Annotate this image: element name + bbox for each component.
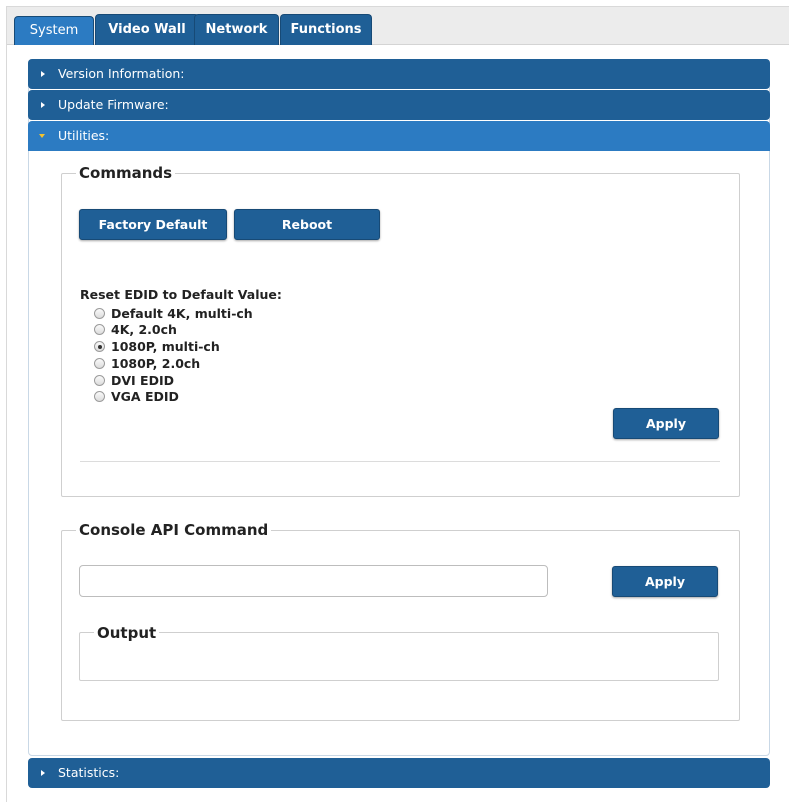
radio-label: 1080P, multi-ch (111, 338, 220, 354)
statistics-label: Statistics: (58, 765, 120, 780)
radio-button[interactable] (94, 391, 105, 402)
caret-right-icon (41, 102, 45, 108)
edid-option-4k-2ch[interactable]: 4K, 2.0ch (94, 321, 177, 338)
statistics-header[interactable]: Statistics: (28, 758, 770, 788)
console-apply-button[interactable]: Apply (612, 566, 718, 597)
caret-right-icon (41, 770, 45, 776)
tab-functions[interactable]: Functions (280, 14, 372, 45)
console-command-input[interactable] (79, 565, 548, 597)
console-api-legend: Console API Command (76, 521, 272, 539)
caret-right-icon (41, 71, 45, 77)
radio-label: DVI EDID (111, 372, 174, 388)
radio-label: 4K, 2.0ch (111, 321, 177, 337)
tab-system[interactable]: System (14, 16, 94, 45)
edid-option-1080p-2ch[interactable]: 1080P, 2.0ch (94, 355, 200, 372)
tab-video-wall[interactable]: Video Wall (95, 14, 199, 45)
caret-down-icon (39, 134, 45, 138)
utilities-header[interactable]: Utilities: (28, 121, 770, 151)
reset-edid-label: Reset EDID to Default Value: (80, 287, 282, 302)
factory-default-button[interactable]: Factory Default (79, 209, 227, 240)
radio-button[interactable] (94, 308, 105, 319)
edid-option-default-4k-multi-ch[interactable]: Default 4K, multi-ch (94, 305, 253, 322)
edid-apply-button[interactable]: Apply (613, 408, 719, 439)
tab-network[interactable]: Network (194, 14, 279, 45)
edid-option-vga-edid[interactable]: VGA EDID (94, 388, 179, 405)
commands-legend: Commands (76, 164, 176, 182)
radio-button[interactable] (94, 375, 105, 386)
output-fieldset (79, 632, 719, 681)
radio-button[interactable] (94, 358, 105, 369)
radio-button-selected[interactable] (94, 341, 105, 352)
edid-option-1080p-multi-ch[interactable]: 1080P, multi-ch (94, 338, 220, 355)
radio-label: 1080P, 2.0ch (111, 355, 201, 371)
version-information-label: Version Information: (58, 66, 185, 81)
utilities-label: Utilities: (58, 128, 110, 143)
reboot-button[interactable]: Reboot (234, 209, 380, 240)
console-api-fieldset (61, 530, 740, 721)
output-legend: Output (94, 624, 160, 642)
update-firmware-label: Update Firmware: (58, 97, 169, 112)
tab-bar: System Video Wall Network Functions (7, 7, 789, 45)
divider (80, 461, 720, 462)
radio-label: Default 4K, multi-ch (111, 305, 253, 321)
radio-button[interactable] (94, 324, 105, 335)
radio-label: VGA EDID (111, 388, 179, 404)
edid-option-dvi-edid[interactable]: DVI EDID (94, 372, 174, 389)
update-firmware-header[interactable]: Update Firmware: (28, 90, 770, 120)
version-information-header[interactable]: Version Information: (28, 59, 770, 89)
